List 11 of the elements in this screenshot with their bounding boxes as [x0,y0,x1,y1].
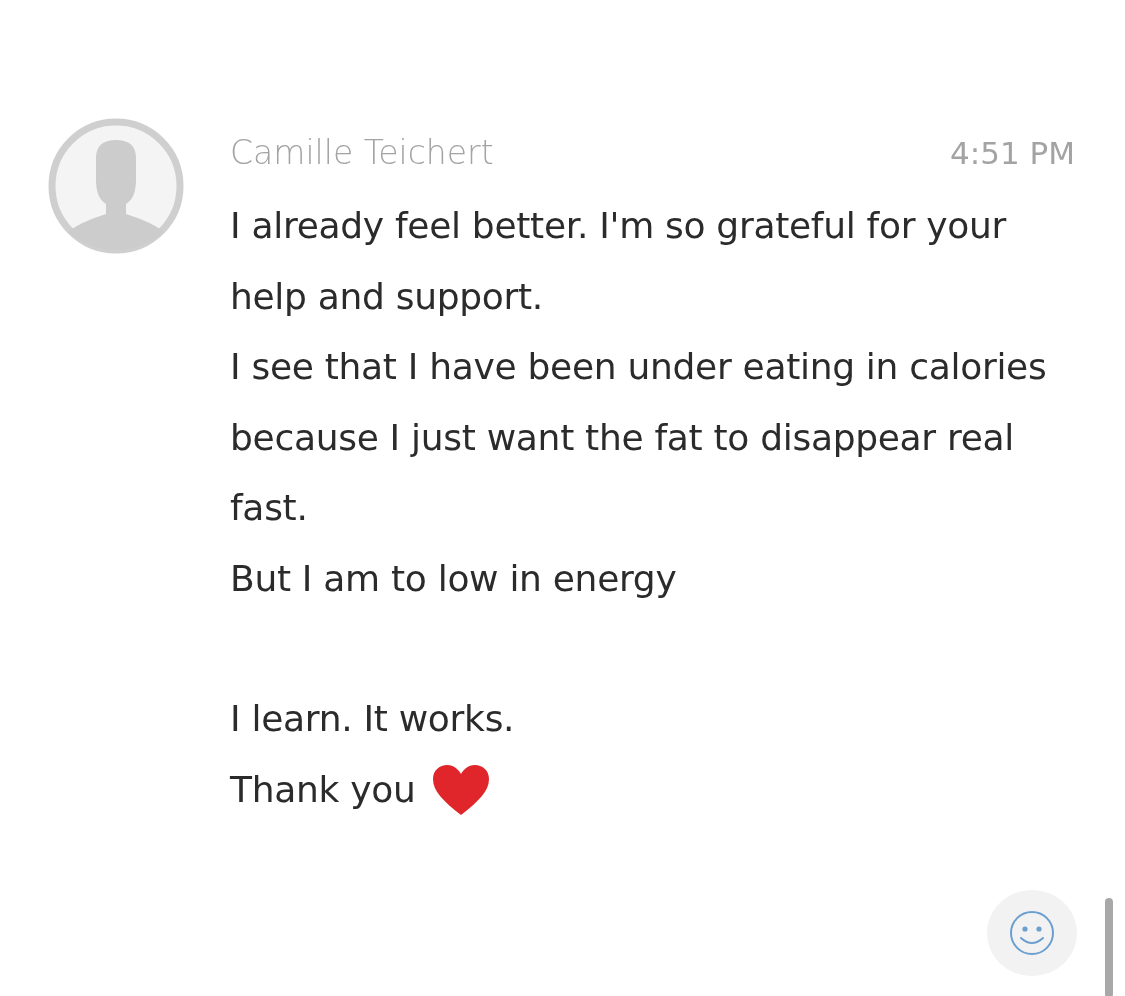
heart-icon [431,762,492,817]
message-text: I learn. It works. [230,697,516,741]
scrollbar-thumb[interactable] [1105,898,1113,996]
smiley-icon [1008,909,1056,957]
sender-name: Camille Teichert [230,136,494,169]
message-text: I already feel better. I'm so grateful for your help and support. [230,204,1008,319]
message-text: Thank you [230,767,416,812]
avatar-icon [48,118,184,254]
message-time: 4:51 PM [950,138,1075,169]
message-text: But I am to low in energy [230,556,678,601]
message-text: I see that I have been under eating in calories because I just want the fat to disappear real fast. [230,345,1048,530]
